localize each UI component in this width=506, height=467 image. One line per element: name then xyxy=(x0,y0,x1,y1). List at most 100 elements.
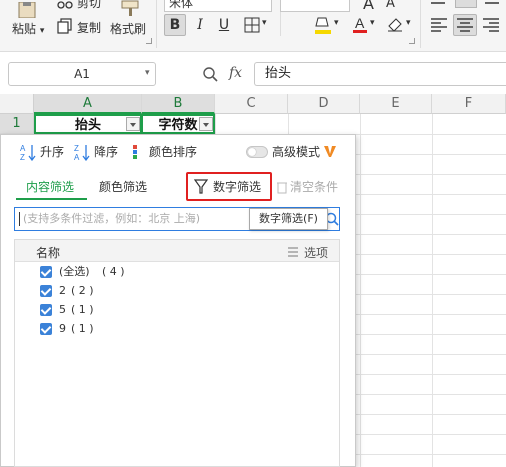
font-name-value: 宋体 xyxy=(169,0,194,10)
font-grow-button[interactable]: A xyxy=(363,0,374,13)
name-box-value: A1 xyxy=(74,67,90,81)
filter-dropdown-b1[interactable] xyxy=(199,117,213,131)
item-label: 9 xyxy=(59,322,66,335)
sort-ascending-icon[interactable]: AZ xyxy=(20,143,36,162)
svg-text:A: A xyxy=(355,15,365,31)
formula-input[interactable]: 抬头 xyxy=(254,62,506,86)
svg-text:Z: Z xyxy=(74,144,79,153)
cut-button[interactable]: 剪切 xyxy=(77,0,101,11)
vip-badge-icon[interactable] xyxy=(323,143,337,159)
checkbox-item-2[interactable] xyxy=(40,285,52,297)
font-name-select[interactable]: 宋体 xyxy=(164,0,272,12)
number-filter-label: 数字筛选 xyxy=(213,180,262,194)
fill-color-icon[interactable] xyxy=(314,15,332,35)
sort-ascending-button[interactable]: 升序 xyxy=(40,142,64,162)
clipboard-group-launcher[interactable] xyxy=(146,38,152,44)
align-bottom-icon[interactable] xyxy=(482,0,502,10)
list-item-select-all[interactable]: (全选) ( 4 ) xyxy=(40,265,160,279)
align-right-icon[interactable] xyxy=(480,14,502,36)
row-header-1[interactable]: 1 xyxy=(0,114,34,134)
column-header-c[interactable]: C xyxy=(215,94,288,114)
item-label: 5 xyxy=(59,303,66,316)
ribbon-divider xyxy=(156,0,157,48)
column-header-e[interactable]: E xyxy=(360,94,432,114)
item-label: (全选) xyxy=(59,265,90,278)
checkbox-item-9[interactable] xyxy=(40,323,52,335)
column-header-d[interactable]: D xyxy=(288,94,360,114)
svg-text:Z: Z xyxy=(20,153,25,161)
list-item-2[interactable]: 2 ( 2 ) xyxy=(40,284,160,298)
align-center-icon[interactable] xyxy=(453,14,477,36)
paste-dropdown-icon[interactable]: ▾ xyxy=(40,26,45,36)
color-sort-button[interactable]: 颜色排序 xyxy=(149,142,197,162)
list-header-name: 名称 xyxy=(36,246,61,260)
ribbon-divider xyxy=(280,12,281,36)
ribbon-divider xyxy=(420,0,421,48)
borders-icon[interactable] xyxy=(244,17,260,33)
filter-search-placeholder: (支持多条件过滤，例如：北京 上海) xyxy=(23,212,201,225)
column-header-b[interactable]: B xyxy=(142,94,215,114)
clear-format-dropdown-icon[interactable]: ▾ xyxy=(406,18,411,28)
tab-content-filter[interactable]: 内容筛选 xyxy=(26,178,74,196)
advanced-mode-toggle[interactable] xyxy=(246,146,268,158)
item-count: ( 2 ) xyxy=(71,284,94,297)
number-filter-button[interactable]: 数字筛选 xyxy=(186,172,272,201)
name-box[interactable]: A1 xyxy=(8,62,156,86)
align-left-icon[interactable] xyxy=(428,14,450,36)
list-item-5[interactable]: 5 ( 1 ) xyxy=(40,303,160,317)
italic-button[interactable]: I xyxy=(189,14,211,36)
font-group-launcher[interactable] xyxy=(409,38,415,44)
format-painter-button[interactable]: 格式刷 xyxy=(110,20,146,37)
item-label: 2 xyxy=(59,284,66,297)
font-color-icon[interactable]: A xyxy=(352,15,368,35)
list-item-9[interactable]: 9 ( 1 ) xyxy=(40,322,160,336)
formula-value: 抬头 xyxy=(265,66,292,81)
paste-icon[interactable] xyxy=(14,1,40,19)
sort-descending-icon[interactable]: ZA xyxy=(74,143,90,162)
font-color-dropdown-icon[interactable]: ▾ xyxy=(370,18,375,28)
checkbox-item-5[interactable] xyxy=(40,304,52,316)
cell-a1-value: 抬头 xyxy=(74,118,101,133)
insert-function-button[interactable]: fx xyxy=(229,65,242,81)
font-shrink-button[interactable]: A xyxy=(386,0,395,11)
align-top-icon[interactable] xyxy=(428,0,448,10)
cut-icon[interactable] xyxy=(57,0,73,10)
number-filter-tooltip: 数字筛选(F) xyxy=(249,208,328,230)
sort-descending-button[interactable]: 降序 xyxy=(94,142,118,162)
item-count: ( 4 ) xyxy=(102,265,125,278)
name-box-dropdown-icon[interactable]: ▾ xyxy=(145,68,150,78)
column-header-a[interactable]: A xyxy=(34,94,142,114)
checkbox-select-all[interactable] xyxy=(40,266,52,278)
svg-text:A: A xyxy=(20,144,26,153)
clear-conditions-button[interactable]: 清空条件 xyxy=(290,178,338,196)
paste-label: 粘贴 xyxy=(12,22,37,36)
copy-icon[interactable] xyxy=(57,18,73,34)
format-painter-icon[interactable] xyxy=(119,0,141,16)
text-caret xyxy=(19,212,20,226)
toggle-knob xyxy=(248,148,256,156)
paste-button[interactable]: 粘贴 ▾ xyxy=(12,20,44,37)
filter-dropdown-a1[interactable] xyxy=(126,117,140,131)
options-button[interactable]: 选项 xyxy=(304,244,328,261)
cell-b1-value: 字符数 xyxy=(158,118,198,133)
copy-button[interactable]: 复制 xyxy=(77,19,101,36)
clear-conditions-icon[interactable] xyxy=(276,180,288,194)
fill-color-dropdown-icon[interactable]: ▾ xyxy=(334,18,339,28)
font-size-select[interactable] xyxy=(280,0,350,12)
item-count: ( 1 ) xyxy=(71,303,94,316)
column-header-f[interactable]: F xyxy=(432,94,506,114)
select-all-corner[interactable] xyxy=(0,94,34,114)
zoom-search-icon[interactable] xyxy=(202,66,218,82)
item-count: ( 1 ) xyxy=(71,322,94,335)
number-filter-icon xyxy=(193,179,209,195)
align-middle-icon[interactable] xyxy=(455,0,477,8)
underline-button[interactable]: U xyxy=(213,14,235,36)
advanced-mode-label: 高级模式 xyxy=(272,145,321,159)
clear-format-icon[interactable] xyxy=(386,16,404,32)
borders-dropdown-icon[interactable]: ▾ xyxy=(262,18,267,28)
bold-button[interactable]: B xyxy=(164,14,186,36)
options-icon[interactable] xyxy=(287,246,299,258)
tab-active-underline xyxy=(16,198,87,200)
color-sort-icon[interactable] xyxy=(131,144,143,160)
tab-color-filter[interactable]: 颜色筛选 xyxy=(99,178,147,196)
